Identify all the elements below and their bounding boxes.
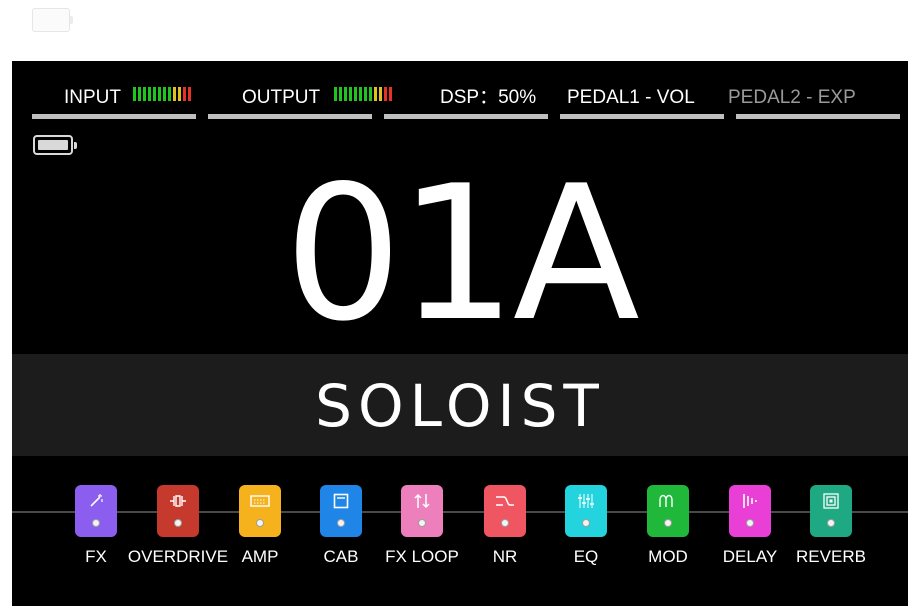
dsp-underline <box>384 114 548 119</box>
device-screen: INPUT OUTPUT DSP：50% PEDAL1 - VOL PEDAL2… <box>12 61 908 606</box>
meter-segment <box>334 87 337 101</box>
footswitch-knob <box>664 519 672 527</box>
pedal-reverb[interactable] <box>810 485 852 537</box>
dsp-usage: DSP：50% <box>440 87 537 108</box>
pedal-fx-loop[interactable] <box>401 485 443 537</box>
pedal2-assignment[interactable]: PEDAL2 - EXP <box>728 87 856 109</box>
meter-segment <box>339 87 342 101</box>
meter-segment <box>143 87 146 101</box>
magic-wand-icon <box>75 491 117 511</box>
reverb-icon <box>810 491 852 511</box>
pedal-mod[interactable] <box>647 485 689 537</box>
input-underline <box>32 114 196 119</box>
footswitch-knob <box>174 519 182 527</box>
meter-segment <box>379 87 382 101</box>
pedal-label: REVERB <box>796 547 866 566</box>
meter-segment <box>389 87 392 101</box>
output-underline <box>208 114 372 119</box>
meter-segment <box>133 87 136 101</box>
meter-segment <box>349 87 352 101</box>
output-label: OUTPUT <box>242 87 321 108</box>
pedal2-underline <box>736 114 900 119</box>
output-level-meter <box>334 87 392 101</box>
noise-reduction-icon <box>484 491 526 511</box>
pedal-overdrive[interactable] <box>157 485 199 537</box>
preset-number[interactable]: 01A <box>12 159 908 349</box>
footswitch-knob <box>746 519 754 527</box>
meter-segment <box>148 87 151 101</box>
meter-segment <box>138 87 141 101</box>
preset-name-band: SOLOIST <box>12 354 908 456</box>
status-bar: INPUT OUTPUT DSP：50% PEDAL1 - VOL PEDAL2… <box>12 61 908 119</box>
pedal-amp[interactable] <box>239 485 281 537</box>
loop-arrows-icon <box>401 491 443 511</box>
footswitch-knob <box>418 519 426 527</box>
overdrive-icon <box>157 491 199 511</box>
pedal-delay[interactable] <box>729 485 771 537</box>
input-level-meter <box>133 87 191 101</box>
pedal-cab[interactable] <box>320 485 362 537</box>
footswitch-knob <box>582 519 590 527</box>
meter-segment <box>188 87 191 101</box>
cabinet-icon <box>320 491 362 511</box>
pedal1-assignment[interactable]: PEDAL1 - VOL <box>567 87 695 109</box>
battery-icon <box>33 135 77 155</box>
meter-segment <box>359 87 362 101</box>
amp-icon <box>239 491 281 511</box>
meter-segment <box>153 87 156 101</box>
window-battery-icon <box>32 8 73 32</box>
pedal-eq[interactable] <box>565 485 607 537</box>
meter-segment <box>178 87 181 101</box>
pedal1-underline <box>560 114 724 119</box>
meter-segment <box>183 87 186 101</box>
meter-segment <box>374 87 377 101</box>
equalizer-icon <box>565 491 607 511</box>
meter-segment <box>158 87 161 101</box>
meter-segment <box>369 87 372 101</box>
footswitch-knob <box>337 519 345 527</box>
meter-segment <box>163 87 166 101</box>
meter-segment <box>173 87 176 101</box>
footswitch-knob <box>827 519 835 527</box>
meter-segment <box>354 87 357 101</box>
preset-name[interactable]: SOLOIST <box>12 374 908 438</box>
footswitch-knob <box>256 519 264 527</box>
modulation-icon <box>647 491 689 511</box>
meter-segment <box>168 87 171 101</box>
footswitch-knob <box>92 519 100 527</box>
meter-segment <box>364 87 367 101</box>
meter-segment <box>344 87 347 101</box>
signal-chain-line <box>12 511 908 513</box>
delay-icon <box>729 491 771 511</box>
input-label: INPUT <box>64 87 121 108</box>
pedal-nr[interactable] <box>484 485 526 537</box>
footswitch-knob <box>501 519 509 527</box>
pedal-fx[interactable] <box>75 485 117 537</box>
meter-segment <box>384 87 387 101</box>
